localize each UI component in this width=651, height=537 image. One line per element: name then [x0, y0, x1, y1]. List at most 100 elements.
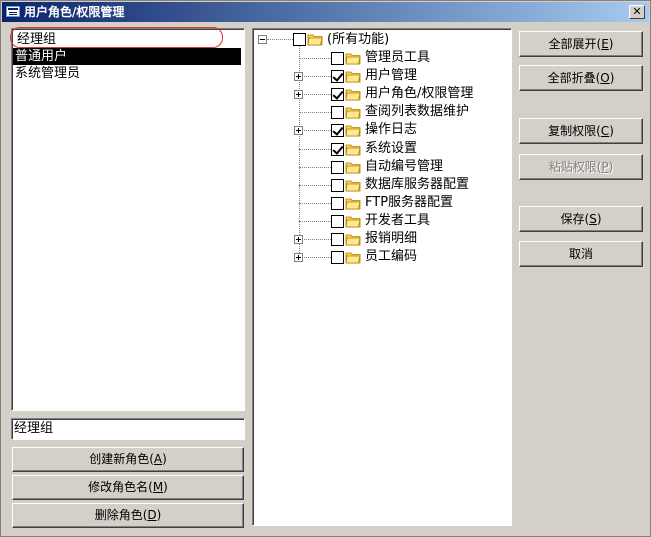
tree-item-checkbox[interactable]	[331, 160, 344, 174]
delete-role-label: 删除角色(	[94, 508, 148, 522]
paste-permission-label: 粘贴权限(	[548, 160, 602, 174]
tree-item-label[interactable]: FTP服务器配置	[365, 194, 453, 212]
tree-connector	[299, 239, 331, 240]
folder-icon	[345, 251, 361, 264]
folder-icon	[345, 161, 361, 174]
tree-root-checkbox[interactable]	[293, 33, 306, 46]
tree-item-checkbox[interactable]	[331, 88, 344, 102]
folder-icon	[345, 197, 361, 210]
collapse-all-button[interactable]: 全部折叠(O)	[519, 65, 643, 91]
copy-permission-hotkey: C	[600, 124, 610, 138]
expand-all-label: 全部展开(	[548, 37, 602, 51]
collapse-all-label: 全部折叠(	[547, 71, 601, 85]
tree-item-label[interactable]: 自动编号管理	[365, 158, 443, 176]
tree-connector	[299, 202, 331, 204]
tree-item-label[interactable]: 用户角色/权限管理	[365, 85, 473, 103]
folder-icon	[345, 106, 361, 119]
save-label: 保存(	[560, 212, 590, 226]
tree-item-label[interactable]: 管理员工具	[365, 49, 430, 67]
expand-all-hotkey: E	[601, 37, 609, 51]
tree-connector	[299, 112, 331, 114]
create-role-hotkey: A	[153, 452, 163, 466]
collapse-all-hotkey: O	[600, 71, 610, 85]
expand-all-label-end: )	[608, 37, 614, 51]
tree-connector	[299, 130, 331, 132]
window-icon	[6, 6, 20, 17]
folder-icon	[345, 233, 361, 246]
tree-expand-toggle[interactable]	[294, 253, 303, 263]
tree-item-label[interactable]: 系统设置	[365, 140, 417, 158]
tree-connector	[299, 184, 331, 186]
expand-all-button[interactable]: 全部展开(E)	[519, 31, 643, 57]
dialog-window: 用户角色/权限管理 ✕ 经理组 普通用户 系统管理员 经理组 创建新角色(A) 修…	[0, 0, 651, 537]
tree-item-checkbox[interactable]	[331, 178, 344, 192]
create-role-label: 创建新角色(	[89, 452, 154, 466]
collapse-all-label-end: )	[609, 71, 615, 85]
role-list[interactable]: 普通用户 系统管理员	[11, 48, 245, 408]
tree-item-checkbox[interactable]	[331, 196, 344, 210]
paste-permission-label-end: )	[608, 160, 614, 174]
tree-item-label[interactable]: 用户管理	[365, 67, 417, 85]
tree-item-checkbox[interactable]	[331, 142, 344, 156]
folder-icon	[345, 124, 361, 137]
tree-container: (所有功能) 管理员工具 用户管理 用户角色/权限管理 查阅列表数据维护 操作日志 系统设置…	[252, 28, 512, 526]
delete-role-button[interactable]: 删除角色(D)	[12, 503, 244, 528]
highlight-ring	[10, 27, 223, 48]
tree-item-label[interactable]: 数据库服务器配置	[365, 176, 469, 194]
role-edit-value: 经理组	[14, 421, 54, 436]
tree-connector	[299, 166, 331, 168]
rename-role-button[interactable]: 修改角色名(M)	[12, 475, 244, 500]
copy-permission-button[interactable]: 复制权限(C)	[519, 118, 643, 144]
role-list-item[interactable]: 系统管理员	[13, 65, 241, 82]
tree-expand-toggle[interactable]	[294, 90, 303, 100]
tree-expand-toggle[interactable]	[294, 235, 303, 244]
folder-icon	[345, 215, 361, 228]
cancel-button[interactable]: 取消	[519, 241, 643, 267]
tree-item-label[interactable]: 员工编码	[365, 248, 417, 266]
folder-icon	[345, 52, 361, 65]
tree-root-label: (所有功能)	[327, 32, 390, 47]
paste-permission-button[interactable]: 粘贴权限(P)	[519, 154, 643, 180]
rename-role-label-end: )	[163, 480, 168, 494]
tree-item-checkbox[interactable]	[331, 233, 344, 246]
tree-item-label[interactable]: 开发者工具	[365, 212, 430, 230]
tree-item-label[interactable]: 查阅列表数据维护	[365, 103, 469, 121]
copy-permission-label: 复制权限(	[548, 124, 601, 138]
tree-item-label[interactable]: 报销明细	[365, 230, 417, 248]
title-bar[interactable]: 用户角色/权限管理 ✕	[2, 2, 649, 22]
tree-connector	[299, 76, 331, 78]
cancel-label: 取消	[568, 247, 593, 261]
role-list-item[interactable]: 普通用户	[13, 48, 241, 65]
role-edit-input[interactable]: 经理组	[11, 418, 245, 440]
tree-item-checkbox[interactable]	[331, 106, 344, 120]
tree-connector	[299, 58, 331, 59]
tree-item-checkbox[interactable]	[331, 251, 344, 265]
tree-item-label[interactable]: 操作日志	[365, 121, 417, 139]
save-button[interactable]: 保存(S)	[519, 206, 643, 232]
tree-item-checkbox[interactable]	[331, 124, 344, 138]
tree-expand-toggle[interactable]	[294, 126, 303, 136]
save-label-end: )	[596, 212, 602, 226]
paste-permission-hotkey: P	[601, 160, 609, 174]
rename-role-label: 修改角色名(	[88, 480, 153, 494]
close-button[interactable]: ✕	[629, 5, 645, 19]
tree-root-collapse-toggle[interactable]	[258, 35, 267, 44]
tree-connector	[299, 220, 331, 222]
window-title: 用户角色/权限管理	[24, 5, 125, 19]
tree-connector	[267, 39, 293, 40]
tree-connector	[299, 148, 331, 150]
tree-item-checkbox[interactable]	[331, 52, 344, 65]
tree-item-checkbox[interactable]	[331, 214, 344, 228]
folder-icon	[345, 70, 361, 83]
folder-icon	[345, 88, 361, 101]
rename-role-hotkey: M	[152, 480, 164, 494]
create-role-button[interactable]: 创建新角色(A)	[12, 447, 244, 472]
create-role-label-end: )	[162, 452, 167, 466]
delete-role-hotkey: D	[147, 508, 157, 522]
tree-item-checkbox[interactable]	[331, 70, 344, 84]
folder-icon	[307, 33, 323, 46]
tree-connector	[299, 94, 331, 96]
tree-connector	[299, 257, 331, 259]
folder-icon	[345, 179, 361, 192]
tree-expand-toggle[interactable]	[294, 72, 303, 82]
